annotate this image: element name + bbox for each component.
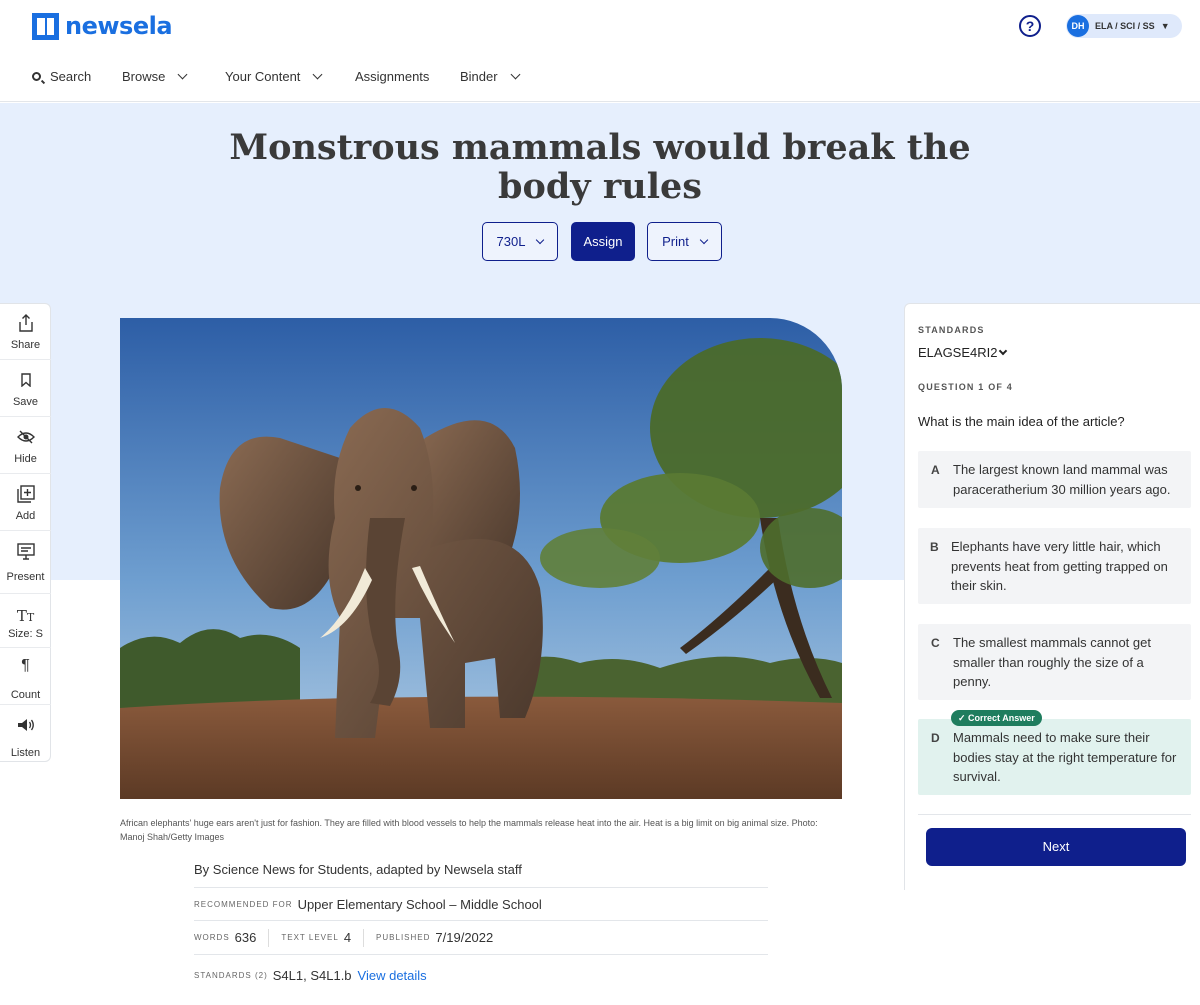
article-title: Monstrous mammals would break the body r… bbox=[229, 127, 971, 207]
search-icon bbox=[32, 72, 41, 81]
standards-value: S4L1, S4L1.b bbox=[272, 967, 352, 983]
print-dropdown[interactable]: Print bbox=[647, 222, 722, 261]
text-size-label: Size: S bbox=[8, 628, 43, 640]
answer-text: The largest known land mammal was parace… bbox=[953, 462, 1171, 497]
recommended-label: Recommended for bbox=[194, 900, 293, 909]
logo-text: newsela bbox=[65, 12, 173, 40]
answer-option-c[interactable]: C The smallest mammals cannot get smalle… bbox=[918, 624, 1191, 700]
help-icon[interactable]: ? bbox=[1019, 15, 1041, 37]
hide-label: Hide bbox=[14, 453, 37, 465]
share-label: Share bbox=[10, 339, 41, 351]
level-dropdown[interactable]: 730L bbox=[482, 222, 558, 261]
answer-text: The smallest mammals cannot get smaller … bbox=[953, 635, 1151, 689]
listen-button[interactable]: Listen bbox=[0, 706, 51, 762]
words-value: 636 bbox=[234, 930, 257, 945]
text-size-button[interactable]: TT Size: S bbox=[0, 595, 51, 648]
divider bbox=[918, 814, 1191, 815]
present-icon bbox=[0, 542, 51, 564]
print-label: Print bbox=[662, 234, 689, 249]
count-label: Count bbox=[10, 689, 41, 701]
chevron-down-icon bbox=[312, 69, 323, 80]
question-text: What is the main idea of the article? bbox=[918, 414, 1125, 429]
eye-icon bbox=[0, 428, 51, 450]
byline: By Science News for Students, adapted by… bbox=[194, 862, 768, 888]
bookmark-icon bbox=[0, 371, 51, 393]
avatar: DH bbox=[1067, 15, 1089, 37]
divider bbox=[268, 928, 270, 947]
answer-letter: B bbox=[930, 540, 939, 554]
chevron-down-icon bbox=[510, 69, 521, 80]
next-button[interactable]: Next bbox=[926, 828, 1186, 866]
hide-button[interactable]: Hide bbox=[0, 418, 51, 474]
standard-selected: ELAGSE4RI2 bbox=[918, 345, 998, 360]
nav-binder-label: Binder bbox=[460, 69, 498, 84]
text-size-icon: TT bbox=[16, 607, 35, 625]
nav-browse[interactable]: Browse bbox=[122, 69, 188, 84]
published-value: 7/19/2022 bbox=[435, 930, 494, 945]
nav-assignments[interactable]: Assignments bbox=[355, 69, 429, 84]
article-photo bbox=[120, 318, 842, 799]
answer-option-d[interactable]: ✓ Correct Answer D Mammals need to make … bbox=[918, 710, 1191, 795]
assign-button[interactable]: Assign bbox=[571, 222, 635, 261]
standard-dropdown[interactable]: ELAGSE4RI2 bbox=[918, 345, 1007, 360]
answer-text: Elephants have very little hair, which p… bbox=[951, 539, 1168, 593]
nav-your-content[interactable]: Your Content bbox=[225, 69, 323, 84]
add-label: Add bbox=[15, 510, 36, 522]
correct-answer-badge: ✓ Correct Answer bbox=[951, 710, 1042, 726]
chevron-down-icon bbox=[699, 235, 709, 245]
nav-browse-label: Browse bbox=[122, 69, 166, 84]
answer-letter: D bbox=[931, 731, 940, 745]
top-bar: newsela ? DH ELA / SCI / SS ▼ bbox=[0, 0, 1200, 52]
assign-label: Assign bbox=[583, 234, 623, 249]
answer-letter: C bbox=[931, 636, 940, 650]
nav-search[interactable]: Search bbox=[32, 69, 91, 84]
add-button[interactable]: Add bbox=[0, 475, 51, 531]
nav-assignments-label: Assignments bbox=[355, 69, 430, 84]
standards-row: Standards (2) S4L1, S4L1.b View details bbox=[194, 958, 768, 992]
standards-label: Standards (2) bbox=[194, 970, 268, 980]
words-label: Words bbox=[194, 933, 230, 942]
text-level-value: 4 bbox=[343, 930, 352, 945]
chevron-down-icon bbox=[998, 346, 1007, 355]
answer-option-a[interactable]: A The largest known land mammal was para… bbox=[918, 451, 1191, 508]
nav-search-label: Search bbox=[50, 69, 92, 84]
text-level-label: Text Level bbox=[281, 933, 339, 942]
view-details-link[interactable]: View details bbox=[358, 968, 427, 983]
chevron-down-icon bbox=[177, 69, 188, 80]
speaker-icon bbox=[0, 716, 51, 738]
save-label: Save bbox=[12, 396, 39, 408]
answer-option-b[interactable]: B Elephants have very little hair, which… bbox=[918, 528, 1191, 604]
photo-caption: African elephants' huge ears aren't just… bbox=[120, 818, 818, 842]
main-nav: Search Browse Your Content Assignments B… bbox=[0, 52, 1200, 102]
chevron-down-icon: ▼ bbox=[1160, 21, 1170, 31]
present-button[interactable]: Present bbox=[0, 532, 51, 594]
recommended-row: Recommended for Upper Elementary School … bbox=[194, 889, 768, 921]
save-button[interactable]: Save bbox=[0, 361, 51, 417]
divider bbox=[363, 928, 365, 947]
standards-heading: STANDARDS bbox=[918, 325, 985, 335]
answer-letter: A bbox=[931, 463, 940, 477]
level-label: 730L bbox=[496, 234, 526, 249]
newsela-logo-icon bbox=[32, 12, 59, 40]
quiz-panel: STANDARDS ELAGSE4RI2 QUESTION 1 OF 4 Wha… bbox=[904, 303, 1200, 890]
paragraph-icon: ¶ bbox=[21, 657, 30, 674]
share-button[interactable]: Share bbox=[0, 304, 51, 360]
newsela-logo[interactable]: newsela bbox=[32, 12, 173, 40]
published-label: Published bbox=[376, 933, 431, 942]
present-label: Present bbox=[6, 571, 45, 583]
article-toolbar: Share Save Hide Add Present TT Size: S ¶… bbox=[0, 303, 51, 762]
count-button[interactable]: ¶ Count bbox=[0, 649, 51, 705]
chevron-down-icon bbox=[536, 235, 545, 245]
article-stats-row: Words 636 Text Level 4 Published 7/19/20… bbox=[194, 921, 768, 955]
user-menu-button[interactable]: DH ELA / SCI / SS ▼ bbox=[1066, 14, 1182, 38]
recommended-value: Upper Elementary School – Middle School bbox=[297, 897, 542, 912]
nav-your-content-label: Your Content bbox=[225, 69, 301, 84]
answer-text: Mammals need to make sure their bodies s… bbox=[953, 730, 1177, 784]
listen-label: Listen bbox=[10, 747, 41, 759]
question-counter: QUESTION 1 OF 4 bbox=[918, 382, 1014, 392]
share-icon bbox=[0, 314, 51, 336]
user-subjects: ELA / SCI / SS bbox=[1095, 21, 1155, 31]
nav-binder[interactable]: Binder bbox=[460, 69, 521, 84]
add-icon bbox=[0, 485, 51, 507]
